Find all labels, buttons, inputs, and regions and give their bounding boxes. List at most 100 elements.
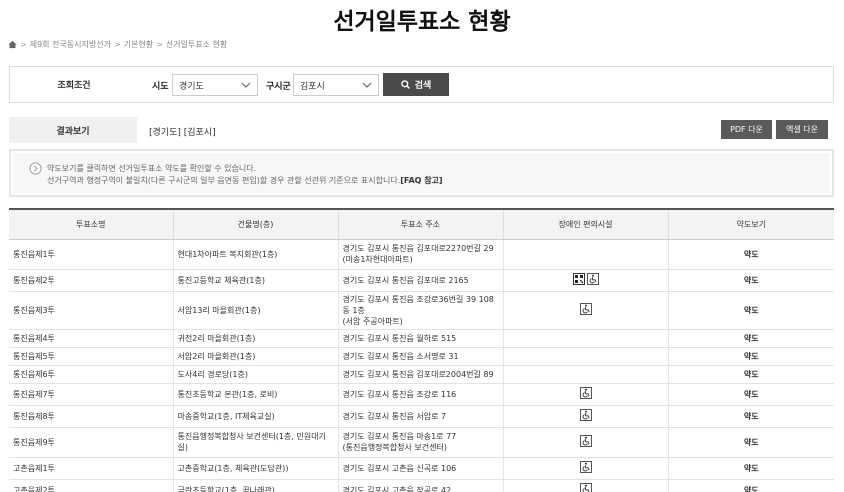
sido-select[interactable]: 경기도 — [172, 74, 258, 96]
map-link[interactable]: 약도 — [668, 269, 834, 292]
search-button[interactable]: 검색 — [383, 73, 449, 96]
map-link[interactable]: 약도 — [668, 347, 834, 366]
notice-box: 약도보기를 클릭하면 선거일투표소 약도를 확인할 수 있습니다. 선거구역과 … — [9, 149, 834, 197]
qr-icon — [572, 272, 585, 285]
chevron-down-icon — [362, 82, 372, 88]
wheelchair-icon — [579, 386, 592, 399]
accessibility-cell — [503, 457, 669, 480]
search-section-label: 조회조건 — [57, 81, 91, 91]
building-cell: 통진초등학교 본관(1층, 로비) — [173, 383, 339, 406]
address-line: 경기도 김포시 통진읍 김포대로2270번길 29 — [342, 244, 494, 253]
header-map: 약도보기 — [668, 208, 834, 240]
building-cell: 서암13리 마을회관(1층) — [173, 291, 339, 330]
header-building: 건물명(층) — [173, 208, 339, 240]
accessibility-cell — [503, 329, 669, 348]
accessibility-cell — [503, 479, 669, 492]
map-link[interactable]: 약도 — [668, 329, 834, 348]
pdf-download-button[interactable]: PDF 다운 — [721, 120, 772, 139]
map-link[interactable]: 약도 — [668, 365, 834, 384]
table-row: 고촌읍제2투 금란초등학교(1층, 꿈나래관) 경기도 김포시 고촌읍 장곡로 42… — [9, 479, 834, 492]
wheelchair-icon — [579, 482, 592, 492]
address-cell: 경기도 김포시 통진읍 조강로36번길 39 108동 1층 (서암 주공아파트) — [338, 291, 504, 330]
map-link[interactable]: 약도 — [668, 427, 834, 458]
building-cell: 금란초등학교(1층, 꿈나래관) — [173, 479, 339, 492]
address-line: 경기도 김포시 통진읍 김포대로2004번길 89 — [342, 369, 494, 379]
address-cell: 경기도 김포시 통진읍 월하로 515 — [338, 329, 504, 348]
accessibility-cell — [503, 269, 669, 292]
breadcrumb-separator: > — [113, 40, 121, 49]
sido-label: 시도 — [152, 82, 169, 92]
building-cell: 마송중학교(1층, IT체육교실) — [173, 405, 339, 428]
table-row: 고촌읍제1투 고촌중학교(1층, 체육관(도담관)) 경기도 김포시 고촌읍 신곡로… — [9, 457, 834, 480]
accessibility-cell — [503, 383, 669, 406]
sigungu-select[interactable]: 김포시 — [293, 74, 379, 96]
wheelchair-icon — [579, 408, 592, 421]
breadcrumb-separator: > — [20, 40, 27, 49]
address-line: (서암 주공아파트) — [342, 316, 403, 326]
station-name-cell: 통진읍제9투 — [9, 427, 174, 458]
address-cell: 경기도 김포시 통진읍 김포대로2270번길 29 (마송1차현대아파트) — [338, 239, 504, 270]
accessibility-cell — [503, 365, 669, 384]
station-name-cell: 통진읍제1투 — [9, 239, 174, 270]
table-row: 통진읍제4투 귀전2리 마을회관(1층) 경기도 김포시 통진읍 월하로 515 약도 — [9, 329, 834, 348]
map-link[interactable]: 약도 — [668, 239, 834, 270]
accessibility-cell — [503, 405, 669, 428]
table-row: 통진읍제3투 서암13리 마을회관(1층) 경기도 김포시 통진읍 조강로36번길 … — [9, 291, 834, 330]
breadcrumb-item-election[interactable]: 제9회 전국동시지방선거 — [30, 39, 111, 50]
map-link[interactable]: 약도 — [668, 457, 834, 480]
map-link[interactable]: 약도 — [668, 405, 834, 428]
address-line: (통진읍행정복합청사 보건센터) — [342, 443, 447, 452]
station-name-cell: 통진읍제8투 — [9, 405, 174, 428]
address-cell: 경기도 김포시 통진읍 조강로 116 — [338, 383, 504, 406]
notice-text-2: 선거구역과 행정구역이 불일치(다른 구시군의 일부 읍면동 편입)할 경우 관… — [47, 175, 443, 186]
address-cell: 경기도 김포시 통진읍 김포대로2004번길 89 — [338, 365, 504, 384]
wheelchair-icon — [586, 272, 599, 285]
breadcrumb-item-current: 선거일투표소 현황 — [165, 40, 228, 49]
wheelchair-icon — [579, 460, 592, 473]
result-filter-text: [경기도] [김포시] — [149, 128, 216, 138]
sido-select-value: 경기도 — [179, 81, 204, 92]
map-link[interactable]: 약도 — [668, 479, 834, 492]
wheelchair-icon — [579, 302, 592, 315]
accessibility-cell — [503, 239, 669, 270]
chevron-right-circle-icon — [29, 162, 42, 175]
station-name-cell: 고촌읍제2투 — [9, 479, 174, 492]
map-link[interactable]: 약도 — [668, 383, 834, 406]
station-name-cell: 통진읍제2투 — [9, 269, 174, 292]
address-cell: 경기도 김포시 통진읍 소서명로 31 — [338, 347, 504, 366]
home-icon[interactable] — [8, 40, 17, 49]
station-name-cell: 통진읍제6투 — [9, 365, 174, 384]
address-cell: 경기도 김포시 통진읍 김포대로 2165 — [338, 269, 504, 292]
building-cell: 서암2리 마을회관(1층) — [173, 347, 339, 366]
excel-download-button[interactable]: 엑셀 다운 — [776, 120, 828, 139]
address-line: 경기도 김포시 통진읍 서암로 7 — [342, 411, 447, 421]
result-section-label: 결과보기 — [9, 117, 137, 143]
address-line: 경기도 김포시 통진읍 김포대로 2165 — [342, 275, 469, 285]
result-bar: 결과보기 [경기도] [김포시] PDF 다운 엑셀 다운 — [9, 117, 834, 143]
map-link[interactable]: 약도 — [668, 291, 834, 330]
table-row: 통진읍제9투 통진읍행정복합청사 보건센터(1층, 민원대기실) 경기도 김포시 통… — [9, 427, 834, 458]
faq-link[interactable]: [FAQ 참고] — [400, 176, 442, 185]
search-panel: 조회조건 시도 경기도 구시군 김포시 검색 — [9, 66, 834, 103]
station-name-cell: 고촌읍제1투 — [9, 457, 174, 480]
address-line: 경기도 김포시 통진읍 월하로 515 — [342, 333, 457, 343]
accessibility-cell — [503, 347, 669, 366]
building-cell: 귀전2리 마을회관(1층) — [173, 329, 339, 348]
accessibility-cell — [503, 427, 669, 458]
address-line: 경기도 김포시 통진읍 조강로 116 — [342, 389, 457, 399]
table-row: 통진읍제8투 마송중학교(1층, IT체육교실) 경기도 김포시 통진읍 서암로 7… — [9, 405, 834, 428]
station-name-cell: 통진읍제7투 — [9, 383, 174, 406]
building-cell: 현대1차아파트 복지회관(1층) — [173, 239, 339, 270]
page-title: 선거일투표소 현황 — [333, 9, 511, 35]
table-row: 통진읍제6투 도사4리 경로당(1층) 경기도 김포시 통진읍 김포대로2004번길… — [9, 365, 834, 384]
station-name-cell: 통진읍제3투 — [9, 291, 174, 330]
address-cell: 경기도 김포시 고촌읍 신곡로 106 — [338, 457, 504, 480]
wheelchair-icon — [579, 434, 592, 447]
breadcrumb-item-basic-status[interactable]: 기본현황 — [124, 39, 153, 50]
sigungu-select-value: 김포시 — [300, 81, 325, 92]
notice-text-1: 약도보기를 클릭하면 선거일투표소 약도를 확인할 수 있습니다. — [47, 164, 257, 173]
building-cell: 통진읍행정복합청사 보건센터(1층, 민원대기실) — [173, 427, 339, 458]
address-line: 경기도 김포시 통진읍 마송1로 77 — [342, 432, 457, 441]
address-cell: 경기도 김포시 통진읍 마송1로 77 (통진읍행정복합청사 보건센터) — [338, 427, 504, 458]
polling-station-table: 투표소명 건물명(층) 투표소 주소 장애인 편의시설 약도보기 통진읍제1투 현… — [9, 208, 834, 492]
